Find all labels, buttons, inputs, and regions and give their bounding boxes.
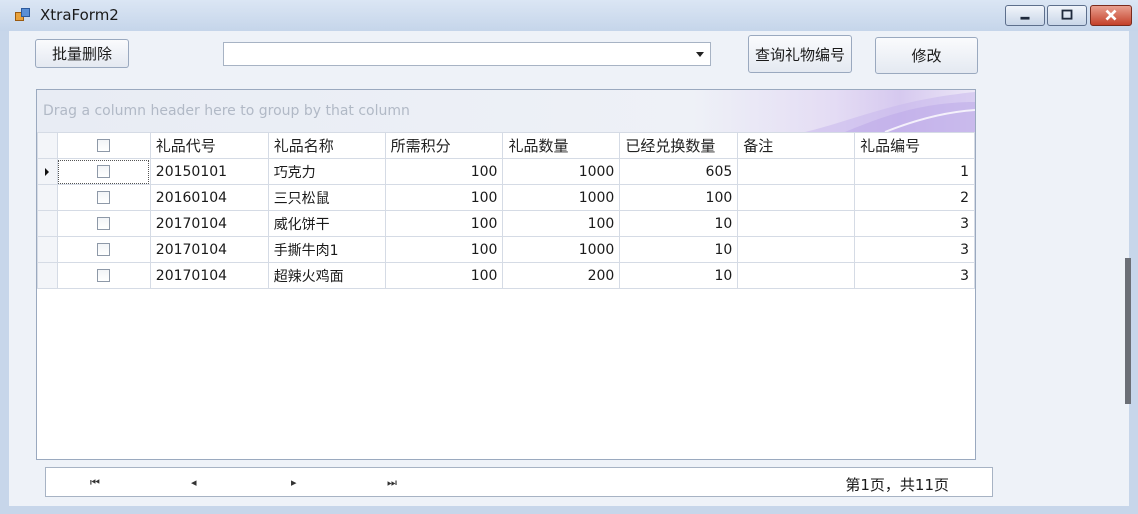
- cell-gift-quantity[interactable]: 200: [502, 262, 621, 289]
- close-icon: [1105, 9, 1117, 21]
- column-header-note[interactable]: 备注: [737, 132, 856, 159]
- cell-gift-code[interactable]: 20170104: [149, 262, 269, 289]
- cell-note[interactable]: [737, 236, 856, 263]
- select-all-checkbox[interactable]: [97, 139, 111, 152]
- table-row[interactable]: 20160104 三只松鼠 100 1000 100 2: [37, 184, 975, 211]
- cell-gift-name[interactable]: 威化饼干: [267, 210, 386, 237]
- cell-required-points[interactable]: 100: [384, 184, 504, 211]
- cell-required-points[interactable]: 100: [384, 236, 504, 263]
- cell-note[interactable]: [737, 184, 856, 211]
- window-title: XtraForm2: [40, 6, 119, 24]
- select-all-header[interactable]: [56, 132, 151, 159]
- last-page-icon[interactable]: ⏭: [387, 476, 397, 490]
- cell-redeemed-quantity[interactable]: 100: [619, 184, 739, 211]
- group-by-hint: Drag a column header here to group by th…: [43, 103, 410, 119]
- minimize-button[interactable]: [1005, 5, 1045, 26]
- cell-redeemed-quantity[interactable]: 10: [619, 210, 739, 237]
- cell-redeemed-quantity[interactable]: 605: [619, 158, 739, 185]
- row-indicator[interactable]: [37, 210, 58, 237]
- cell-gift-name[interactable]: 超辣火鸡面: [267, 262, 386, 289]
- batch-delete-button[interactable]: 批量删除: [35, 39, 129, 68]
- cell-gift-code[interactable]: 20150101: [149, 158, 269, 185]
- cell-gift-quantity[interactable]: 1000: [502, 184, 621, 211]
- current-row-arrow-icon: [45, 167, 49, 176]
- column-header-gift-name[interactable]: 礼品名称: [267, 132, 386, 159]
- minimize-icon: [1020, 16, 1030, 20]
- row-checkbox-cell[interactable]: [56, 184, 151, 211]
- title-bar: XtraForm2: [0, 0, 1138, 31]
- cell-gift-name[interactable]: 巧克力: [267, 158, 386, 185]
- app-window: XtraForm2 批量删除 查询礼物编号 修改 Drag a column h…: [0, 0, 1138, 514]
- table-row[interactable]: 20170104 超辣火鸡面 100 200 10 3: [37, 262, 975, 289]
- form-client-area: 批量删除 查询礼物编号 修改 Drag a column header here…: [9, 31, 1129, 506]
- table-row[interactable]: 20150101 巧克力 100 1000 605 1: [37, 158, 975, 185]
- chevron-down-icon[interactable]: [696, 52, 704, 57]
- first-page-icon[interactable]: ⏮: [90, 476, 100, 490]
- row-checkbox[interactable]: [97, 243, 111, 256]
- cell-required-points[interactable]: 100: [384, 210, 504, 237]
- maximize-icon: [1061, 9, 1073, 20]
- column-header-gift-number[interactable]: 礼品编号: [854, 132, 975, 159]
- cell-gift-quantity[interactable]: 100: [502, 210, 621, 237]
- cell-gift-name[interactable]: 三只松鼠: [267, 184, 386, 211]
- app-icon: [15, 8, 30, 22]
- gift-table: 礼品代号 礼品名称 所需积分 礼品数量 已经兑换数量 备注 礼品编号 20150…: [37, 132, 975, 289]
- table-row[interactable]: 20170104 手撕牛肉1 100 1000 10 3: [37, 236, 975, 263]
- row-indicator[interactable]: [37, 158, 58, 185]
- row-checkbox-cell[interactable]: [56, 262, 151, 289]
- cell-gift-number[interactable]: 1: [854, 158, 975, 185]
- row-indicator[interactable]: [37, 236, 58, 263]
- gift-grid[interactable]: Drag a column header here to group by th…: [36, 89, 976, 460]
- cell-gift-name[interactable]: 手撕牛肉1: [267, 236, 386, 263]
- cell-note[interactable]: [737, 262, 856, 289]
- cell-redeemed-quantity[interactable]: 10: [619, 236, 739, 263]
- prev-page-icon[interactable]: ◂: [191, 476, 197, 489]
- gift-select-combo[interactable]: [223, 42, 711, 66]
- column-header-required-points[interactable]: 所需积分: [384, 132, 504, 159]
- row-checkbox[interactable]: [97, 217, 111, 230]
- row-checkbox[interactable]: [97, 165, 111, 178]
- cell-gift-code[interactable]: 20170104: [149, 210, 269, 237]
- pager-bar: ⏮ ◂ ▸ ⏭ 第1页，共11页: [45, 467, 993, 497]
- page-info: 第1页，共11页: [845, 476, 949, 494]
- row-checkbox[interactable]: [97, 191, 111, 204]
- cell-gift-number[interactable]: 3: [854, 210, 975, 237]
- row-checkbox-cell[interactable]: [56, 210, 151, 237]
- cell-gift-quantity[interactable]: 1000: [502, 158, 621, 185]
- table-row[interactable]: 20170104 威化饼干 100 100 10 3: [37, 210, 975, 237]
- row-indicator[interactable]: [37, 184, 58, 211]
- cell-gift-number[interactable]: 2: [854, 184, 975, 211]
- splitter-handle[interactable]: [1125, 258, 1131, 404]
- cell-required-points[interactable]: 100: [384, 262, 504, 289]
- group-panel-decoration: [805, 92, 975, 132]
- column-header-gift-quantity[interactable]: 礼品数量: [502, 132, 621, 159]
- row-checkbox-cell[interactable]: [56, 158, 151, 185]
- cell-redeemed-quantity[interactable]: 10: [619, 262, 739, 289]
- row-indicator[interactable]: [37, 262, 58, 289]
- cell-note[interactable]: [737, 158, 856, 185]
- cell-gift-code[interactable]: 20170104: [149, 236, 269, 263]
- cell-note[interactable]: [737, 210, 856, 237]
- column-header-redeemed-quantity[interactable]: 已经兑换数量: [619, 132, 739, 159]
- group-by-panel[interactable]: Drag a column header here to group by th…: [37, 90, 975, 132]
- modify-button[interactable]: 修改: [875, 37, 978, 74]
- cell-gift-number[interactable]: 3: [854, 262, 975, 289]
- close-button[interactable]: [1090, 5, 1132, 26]
- maximize-button[interactable]: [1047, 5, 1087, 26]
- cell-gift-code[interactable]: 20160104: [149, 184, 269, 211]
- cell-required-points[interactable]: 100: [384, 158, 504, 185]
- column-header-gift-code[interactable]: 礼品代号: [149, 132, 269, 159]
- cell-gift-quantity[interactable]: 1000: [502, 236, 621, 263]
- row-checkbox-cell[interactable]: [56, 236, 151, 263]
- query-gift-number-button[interactable]: 查询礼物编号: [748, 35, 852, 73]
- header-row: 礼品代号 礼品名称 所需积分 礼品数量 已经兑换数量 备注 礼品编号: [37, 132, 975, 159]
- row-indicator-header: [37, 132, 58, 159]
- next-page-icon[interactable]: ▸: [291, 476, 297, 489]
- cell-gift-number[interactable]: 3: [854, 236, 975, 263]
- row-checkbox[interactable]: [97, 269, 111, 282]
